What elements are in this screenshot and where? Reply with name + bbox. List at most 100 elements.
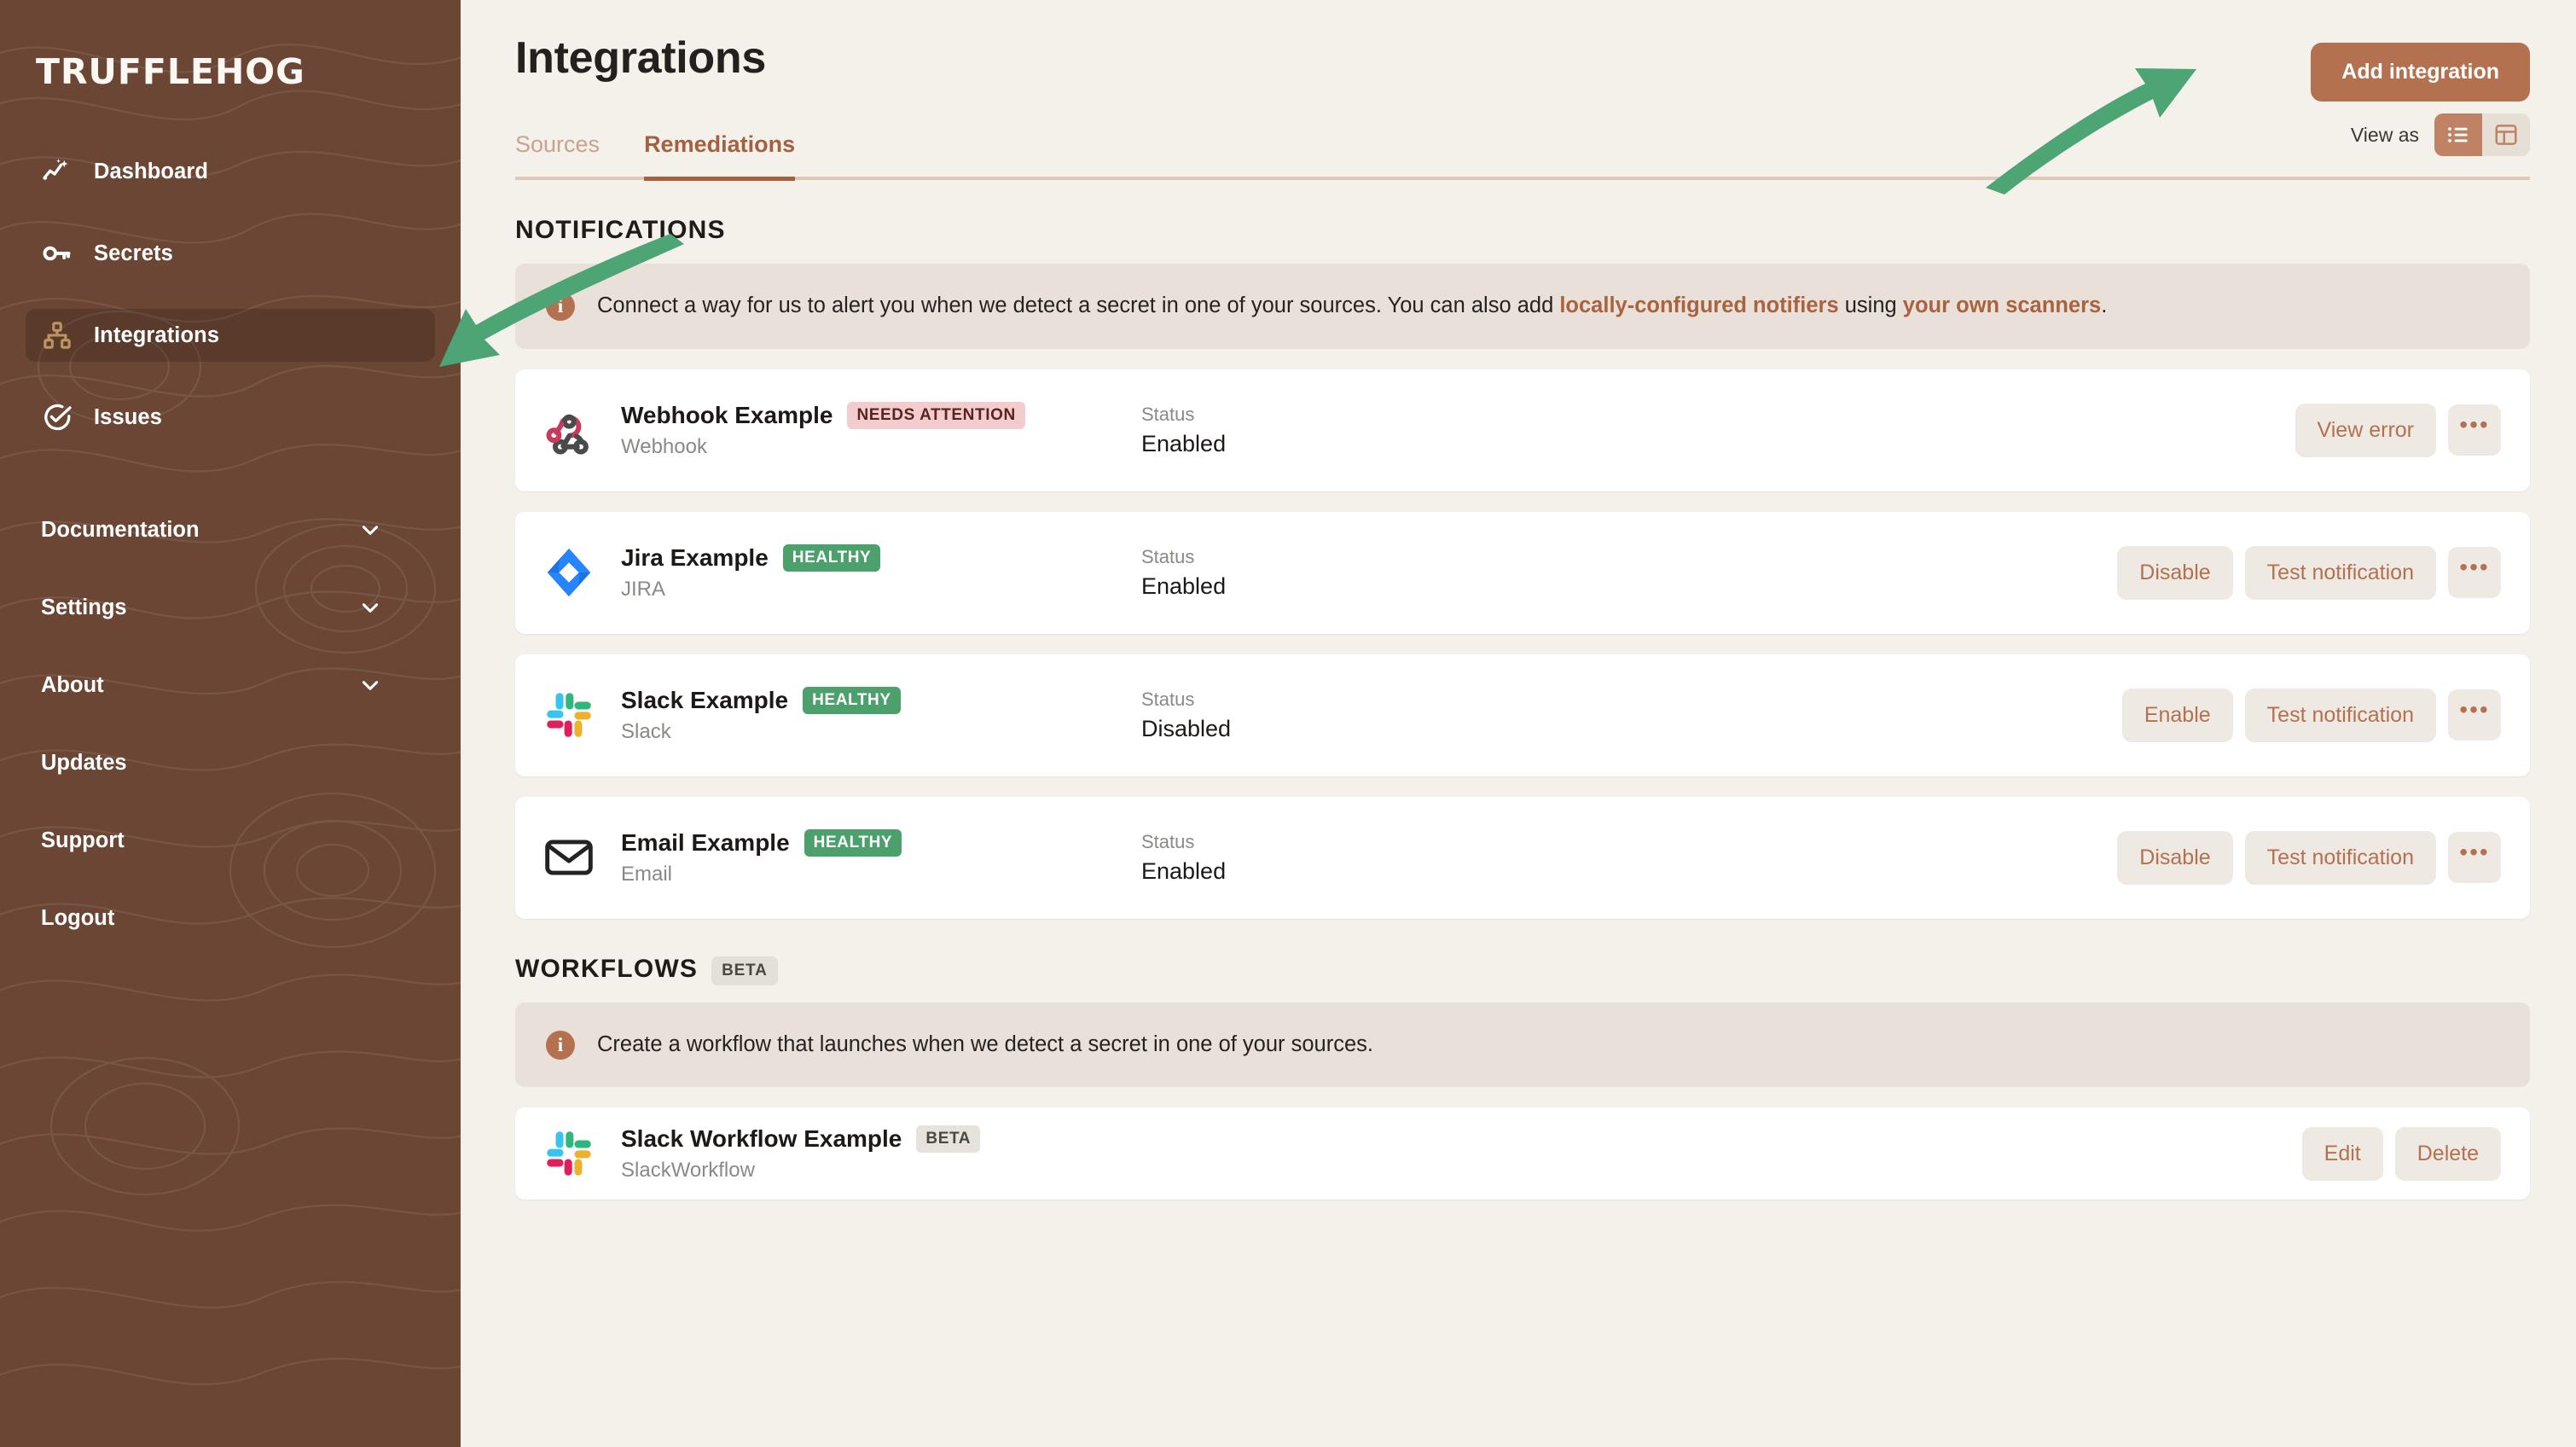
- status-label: Status: [1141, 404, 1423, 426]
- workflows-info-banner: i Create a workflow that launches when w…: [515, 1002, 2530, 1088]
- test-notification-button[interactable]: Test notification: [2245, 546, 2436, 600]
- status-label: Status: [1141, 831, 1423, 853]
- info-icon: i: [546, 292, 575, 321]
- banner-text-1: Connect a way for us to alert you when w…: [597, 293, 1559, 317]
- beta-badge: BETA: [711, 956, 778, 985]
- row-actions: Edit Delete: [2302, 1127, 2501, 1181]
- sidebar-item-dashboard[interactable]: Dashboard: [26, 145, 435, 198]
- chevron-down-icon[interactable]: [359, 674, 381, 696]
- integration-type: Email: [621, 863, 1065, 886]
- sidebar-item-about[interactable]: About: [41, 665, 420, 705]
- integration-name: Email Example: [621, 829, 790, 857]
- workflows-section-title: WORKFLOWS BETA: [515, 955, 2530, 984]
- sidebar-item-logout[interactable]: Logout: [41, 898, 420, 938]
- secondary-nav: Documentation Settings About Updates Sup…: [0, 510, 461, 938]
- status-badge: HEALTHY: [783, 544, 881, 572]
- your-own-scanners-link[interactable]: your own scanners: [1903, 293, 2101, 317]
- tab-sources[interactable]: Sources: [515, 123, 600, 181]
- table-row[interactable]: Jira Example HEALTHY JIRA Status Enabled…: [515, 512, 2530, 634]
- list-icon: [2445, 122, 2471, 148]
- table-row[interactable]: Slack Example HEALTHY Slack Status Disab…: [515, 654, 2530, 776]
- beta-badge: BETA: [916, 1125, 980, 1153]
- enable-button[interactable]: Enable: [2122, 689, 2233, 742]
- table-row[interactable]: Slack Workflow Example BETA SlackWorkflo…: [515, 1107, 2530, 1200]
- sidebar-item-label: Settings: [41, 596, 127, 620]
- add-integration-button[interactable]: Add integration: [2311, 43, 2530, 102]
- jira-logo-icon: [541, 544, 597, 601]
- integration-type: Slack: [621, 720, 1065, 744]
- notifications-info-banner: i Connect a way for us to alert you when…: [515, 264, 2530, 349]
- workflow-name: Slack Workflow Example: [621, 1125, 902, 1153]
- list-view-button[interactable]: [2434, 113, 2482, 156]
- overflow-menu-button[interactable]: •••: [2448, 832, 2501, 883]
- slack-logo-icon: [541, 687, 597, 743]
- status-badge: NEEDS ATTENTION: [847, 402, 1024, 429]
- integration-name: Jira Example: [621, 544, 769, 572]
- sidebar-item-label: About: [41, 673, 104, 698]
- main-content: Integrations Add integration Sources Rem…: [461, 0, 2576, 1447]
- status-value: Disabled: [1141, 716, 1423, 742]
- sidebar-item-label: Support: [41, 828, 125, 853]
- status-badge: HEALTHY: [804, 829, 902, 857]
- delete-button[interactable]: Delete: [2395, 1127, 2501, 1181]
- test-notification-button[interactable]: Test notification: [2245, 831, 2436, 885]
- status-value: Enabled: [1141, 431, 1423, 457]
- integration-meta: Jira Example HEALTHY JIRA: [621, 544, 1065, 601]
- page-header: Integrations Add integration: [515, 0, 2530, 102]
- integration-name: Slack Example: [621, 687, 788, 714]
- sidebar-item-updates[interactable]: Updates: [41, 743, 420, 782]
- view-as-control: View as: [2351, 113, 2530, 177]
- chevron-down-icon[interactable]: [359, 519, 381, 541]
- activity-sparkle-icon: [41, 155, 73, 188]
- disable-button[interactable]: Disable: [2117, 546, 2232, 600]
- status-value: Enabled: [1141, 573, 1423, 600]
- webhook-logo-icon: [541, 402, 597, 458]
- sidebar-item-secrets[interactable]: Secrets: [26, 227, 435, 280]
- table-row[interactable]: Email Example HEALTHY Email Status Enabl…: [515, 797, 2530, 919]
- overflow-menu-button[interactable]: •••: [2448, 404, 2501, 456]
- status-value: Enabled: [1141, 858, 1423, 885]
- banner-text-3: .: [2101, 293, 2107, 317]
- sidebar-item-label: Updates: [41, 751, 127, 776]
- app-root: TRUFFLEHOG Dashboard: [0, 0, 2576, 1447]
- integration-type: JIRA: [621, 578, 1065, 601]
- notifications-heading: NOTIFICATIONS: [515, 216, 726, 245]
- tab-list: Sources Remediations: [515, 119, 839, 177]
- sidebar-item-label: Issues: [94, 405, 162, 430]
- status-label: Status: [1141, 689, 1423, 711]
- overflow-menu-button[interactable]: •••: [2448, 689, 2501, 741]
- sidebar-item-issues[interactable]: Issues: [26, 391, 435, 444]
- disable-button[interactable]: Disable: [2117, 831, 2232, 885]
- row-actions: Disable Test notification •••: [2117, 546, 2501, 600]
- page-title: Integrations: [515, 34, 766, 83]
- notifications-section-title: NOTIFICATIONS: [515, 216, 2530, 245]
- view-as-label: View as: [2351, 124, 2419, 147]
- sidebar-item-label: Secrets: [94, 241, 173, 266]
- table-icon: [2493, 122, 2519, 148]
- table-view-button[interactable]: [2482, 113, 2530, 156]
- sidebar-item-label: Documentation: [41, 518, 200, 543]
- sidebar-item-settings[interactable]: Settings: [41, 588, 420, 627]
- sidebar-item-label: Dashboard: [94, 160, 208, 184]
- sidebar-item-support[interactable]: Support: [41, 821, 420, 860]
- integration-type: Webhook: [621, 435, 1065, 459]
- workflow-meta: Slack Workflow Example BETA SlackWorkflo…: [621, 1125, 1218, 1183]
- tab-divider: [515, 177, 2530, 180]
- info-icon: i: [546, 1031, 575, 1060]
- view-error-button[interactable]: View error: [2295, 404, 2436, 457]
- row-actions: Disable Test notification •••: [2117, 831, 2501, 885]
- locally-configured-notifiers-link[interactable]: locally-configured notifiers: [1559, 293, 1838, 317]
- workflow-type: SlackWorkflow: [621, 1159, 1218, 1183]
- key-icon: [41, 237, 73, 270]
- table-row[interactable]: Webhook Example NEEDS ATTENTION Webhook …: [515, 369, 2530, 491]
- integration-name: Webhook Example: [621, 402, 833, 429]
- overflow-menu-button[interactable]: •••: [2448, 547, 2501, 598]
- test-notification-button[interactable]: Test notification: [2245, 689, 2436, 742]
- primary-nav: Dashboard Secrets: [0, 145, 461, 444]
- tab-remediations[interactable]: Remediations: [644, 123, 795, 181]
- sidebar-item-documentation[interactable]: Documentation: [41, 510, 420, 549]
- edit-button[interactable]: Edit: [2302, 1127, 2383, 1181]
- chevron-down-icon[interactable]: [359, 596, 381, 619]
- app-logo[interactable]: TRUFFLEHOG: [0, 34, 461, 92]
- sidebar-item-integrations[interactable]: Integrations: [26, 309, 435, 362]
